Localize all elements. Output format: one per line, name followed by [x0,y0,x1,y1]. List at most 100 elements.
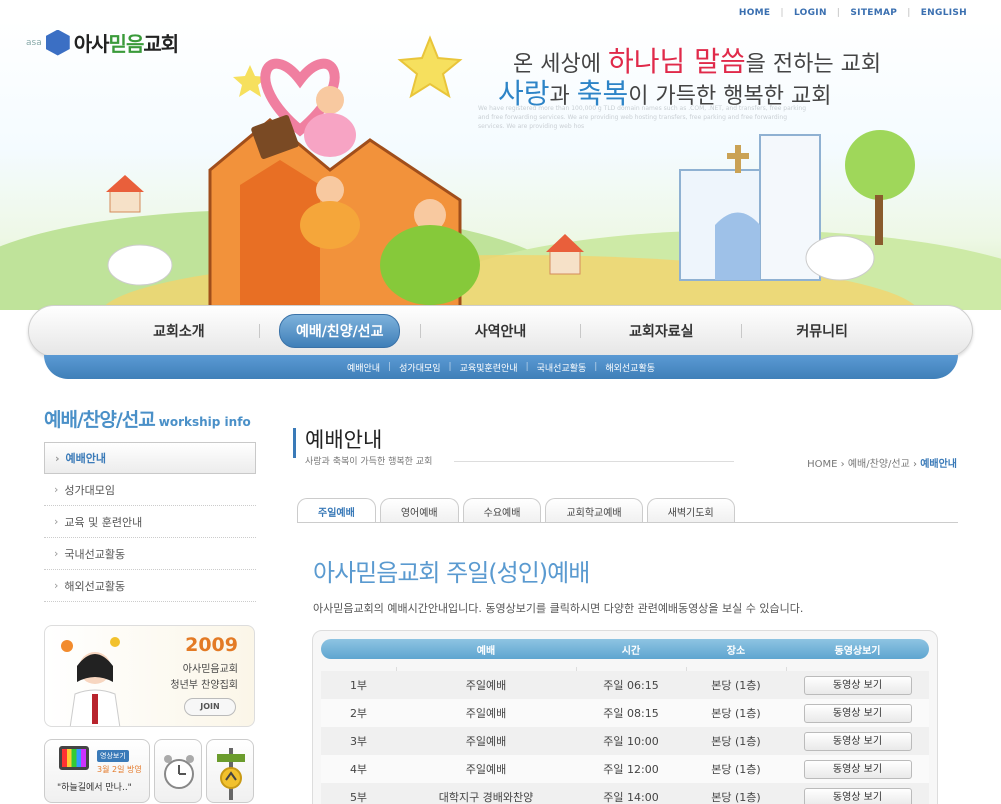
home-link[interactable]: HOME [729,8,781,18]
subnav-item[interactable]: 예배안내 [347,361,380,374]
sheep-illustration [805,235,875,281]
tab-english[interactable]: 영어예배 [379,498,459,523]
part-cell: 5부 [349,791,368,804]
subnav-item[interactable]: 성가대모임 [399,361,440,374]
clock-box[interactable] [154,739,202,803]
tab-dawn-prayer[interactable]: 새벽기도회 [646,498,735,523]
tab-sunday[interactable]: 주일예배 [297,498,376,523]
header-cell: 장소 [726,645,746,657]
time-cell: 주일 12:00 [603,763,659,776]
header-cell: 시간 [621,645,641,657]
nav-item-archive[interactable]: 교회자료실 [581,321,741,341]
sidebar-menu: › 예배안내 › 성가대모임 › 교육 및 훈련안내 › 국내선교활동 › 해외선교활동 [44,442,256,602]
place-cell: 본당 (1층) [711,735,761,748]
road-sign-icon [217,748,245,800]
promo-line-2: 청년부 찬양집회 [170,680,238,691]
nav-item-about[interactable]: 교회소개 [99,321,259,341]
person-illustration [316,176,344,204]
nav-label: 교회자료실 [629,324,694,340]
promo-line-1: 아사믿음교회 [182,664,238,675]
watch-video-button[interactable]: 동영상 보기 [803,731,912,751]
sitemap-link[interactable]: SITEMAP [840,8,907,18]
login-link[interactable]: LOGIN [784,8,837,18]
worship-table: 예배 시간 장소 동영상보기 1부 주일예배 주일 06:15 본당 (1층) … [312,630,938,804]
time-cell: 주일 06:15 [603,679,659,692]
place-cell: 본당 (1층) [711,679,761,692]
breadcrumb-section[interactable]: 예배/찬양/선교 [848,459,910,470]
sign-box[interactable] [206,739,254,803]
chevron-right-icon: › [54,547,59,560]
logo-prefix: asa [26,37,42,48]
video-badge: 영상보기 [97,750,129,762]
divider: | [594,362,598,372]
video-box[interactable]: 영상보기 3월 2일 방영 "하늘길에서 만나.." [44,739,150,803]
service-cell: 주일예배 [465,707,507,720]
page-subtitle: 사랑과 축복이 가득한 행복한 교회 [305,457,433,467]
sidebar-item-choir[interactable]: › 성가대모임 [44,474,256,506]
video-cell: 동영상 보기 [786,787,929,804]
divider: | [388,362,392,372]
english-link[interactable]: ENGLISH [911,8,977,18]
sidebar-item-label: 성가대모임 [64,483,116,497]
sidebar-item-label: 국내선교활동 [64,547,126,561]
header-cell: 예배 [476,645,496,657]
divider: | [525,362,529,372]
chevron-right-icon: › [840,459,848,470]
nav-item-worship[interactable]: 예배/친양/선교 [260,314,420,348]
page-title: 예배안내 [305,428,383,452]
time-cell: 주일 08:15 [603,707,659,720]
logo-name-part: 믿음 [108,32,145,56]
table-row: 4부 주일예배 주일 12:00 본당 (1층) 동영상 보기 [321,755,929,783]
sidebar-item-label: 교육 및 훈련안내 [64,515,143,529]
sidebar-item-label: 해외선교활동 [64,579,126,593]
subnav-item[interactable]: 교육및훈련안내 [460,361,518,374]
watch-video-button[interactable]: 동영상 보기 [803,759,912,779]
title-accent-bar [293,428,296,458]
house-illustration [549,249,581,275]
tab-wednesday[interactable]: 수요예배 [462,498,542,523]
chevron-right-icon: › [54,483,59,496]
tab-church-school[interactable]: 교회학교예배 [545,498,643,523]
worship-description: 아사믿음교회의 예배시간안내입니다. 동영상보기를 클릭하시면 다양한 관련예배… [313,602,804,615]
nav-label: 예배/친양/선교 [278,314,401,348]
sidebar-item-worship-info[interactable]: › 예배안내 [44,442,256,474]
breadcrumb: HOME › 예배/찬양/선교 › 예배안내 [807,455,957,470]
sidebar-title-text: 예배/찬양/선교 [44,409,156,431]
breadcrumb-home[interactable]: HOME [807,459,837,470]
watch-video-button[interactable]: 동영상 보기 [803,703,912,723]
sidebar-item-label: 예배안내 [65,452,107,465]
video-cell: 동영상 보기 [786,675,929,695]
service-cell: 주일예배 [465,679,507,692]
table-row: 5부 대학지구 경배와찬양 주일 14:00 본당 (1층) 동영상 보기 [321,783,929,804]
logo-name-part: 아사 [73,32,110,56]
nav-item-community[interactable]: 커뮤니티 [742,321,902,341]
join-button[interactable]: JOIN [184,698,236,716]
service-cell: 대학지구 경배와찬양 [438,791,534,804]
sidebar-item-domestic-mission[interactable]: › 국내선교활동 [44,538,256,570]
sidebar-title: 예배/찬양/선교 workship info [44,405,251,432]
house-illustration [109,189,141,213]
quick-links: 영상보기 3월 2일 방영 "하늘길에서 만나.." [44,739,254,803]
table-header: 예배 시간 장소 동영상보기 [321,639,929,659]
subnav-item[interactable]: 해외선교활동 [605,361,655,374]
subnav-item[interactable]: 국내선교활동 [537,361,587,374]
table-row: 3부 주일예배 주일 10:00 본당 (1층) 동영상 보기 [321,727,929,755]
youth-concert-banner[interactable]: 2009 아사믿음교회 청년부 찬양집회 JOIN [44,625,255,727]
video-cell: 동영상 보기 [786,759,929,779]
church-logo[interactable]: asa 아사믿음교회 [26,28,179,57]
nav-label: 사역안내 [474,324,527,340]
main-nav: 교회소개 예배/친양/선교 사역안내 교회자료실 커뮤니티 [28,305,973,357]
service-cell: 주일예배 [465,763,507,776]
sidebar-item-overseas-mission[interactable]: › 해외선교활동 [44,570,256,602]
chevron-right-icon: › [55,451,60,465]
sidebar-item-education[interactable]: › 교육 및 훈련안내 [44,506,256,538]
watch-video-button[interactable]: 동영상 보기 [803,787,912,804]
logo-name: 아사믿음교회 [73,28,179,57]
divider: | [448,362,452,372]
star-icon [397,35,463,99]
nav-item-ministry[interactable]: 사역안내 [421,321,581,341]
time-cell: 주일 10:00 [603,735,659,748]
hero-filler-text: We have registered more than 100,000 g T… [478,105,807,130]
tv-icon [59,746,89,770]
watch-video-button[interactable]: 동영상 보기 [803,675,912,695]
